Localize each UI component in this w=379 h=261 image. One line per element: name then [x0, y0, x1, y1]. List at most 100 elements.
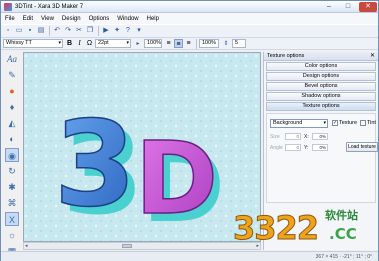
- shadow-icon[interactable]: ◐: [5, 132, 19, 146]
- menu-view[interactable]: View: [37, 16, 58, 22]
- bold-button[interactable]: B: [65, 39, 74, 48]
- tint-checkbox-label: Tint: [367, 120, 376, 126]
- texture-tool-icon[interactable]: ◉: [5, 148, 19, 162]
- spacing-select[interactable]: 100%: [199, 39, 219, 48]
- main-toolbar: ▫ ▭ ▪ ▤ ↶ ↷ ✂ ❐ ▶ ✦ ? ▾: [1, 24, 378, 38]
- texture-options-button[interactable]: Texture options: [266, 102, 376, 111]
- italic-button[interactable]: I: [75, 39, 84, 48]
- rotate-icon[interactable]: ↻: [5, 164, 19, 178]
- format-toolbar: Whissy TT ▾ B I Ω 22pt ▾ ▸ 100% ≡ ≡ ≡ 10…: [1, 38, 378, 50]
- undo-icon[interactable]: ↶: [52, 26, 62, 36]
- tint-checkbox[interactable]: Tint: [360, 120, 376, 126]
- watermark-number: 3322: [232, 209, 319, 248]
- chevron-down-icon: ▾: [323, 120, 326, 126]
- scroll-thumb[interactable]: [122, 244, 132, 248]
- zoom-select[interactable]: 100%: [144, 39, 162, 48]
- new-icon[interactable]: ▫: [3, 26, 13, 36]
- droplet-icon[interactable]: ♦: [5, 100, 19, 114]
- font-select[interactable]: Whissy TT ▾: [3, 39, 63, 48]
- animation-tool-icon[interactable]: X: [5, 212, 19, 226]
- checkmark-icon: ✓: [332, 120, 338, 126]
- menu-window[interactable]: Window: [113, 16, 142, 22]
- align-center-button[interactable]: ≡: [174, 39, 183, 48]
- texture-target-value: Background: [273, 120, 303, 126]
- spin-icon[interactable]: ✱: [5, 180, 19, 194]
- panel-header: Texture options ✕: [264, 52, 378, 61]
- zoom-value: 100%: [147, 40, 162, 46]
- texture-settings: Background ▾ ✓ Texture Tint Size 0 X: 0%…: [266, 113, 378, 203]
- watermark-chinese-text: 软件站: [325, 209, 358, 222]
- open-icon[interactable]: ▭: [14, 26, 24, 36]
- close-icon[interactable]: ✕: [370, 52, 375, 61]
- shadow-options-button[interactable]: Shadow options: [266, 92, 376, 101]
- close-button[interactable]: ✕: [359, 2, 377, 12]
- extrude-icon[interactable]: ⌘: [5, 196, 19, 210]
- menu-options[interactable]: Options: [85, 16, 114, 22]
- font-size-value: 22pt: [98, 40, 109, 46]
- menu-design[interactable]: Design: [58, 16, 85, 22]
- color-options-button[interactable]: Color options: [266, 62, 376, 71]
- bevel-options-button[interactable]: Bevel options: [266, 82, 376, 91]
- menu-edit[interactable]: Edit: [19, 16, 37, 22]
- spacing-value: 100%: [202, 40, 217, 46]
- underline-icon[interactable]: Ω: [85, 39, 94, 48]
- menu-bar: File Edit View Design Options Window Hel…: [1, 13, 378, 24]
- x-offset-field[interactable]: 0%: [312, 133, 328, 140]
- animation-icon[interactable]: ▶: [101, 26, 111, 36]
- angle-field[interactable]: 0: [285, 144, 301, 151]
- font-size-select[interactable]: 22pt ▾: [95, 39, 131, 48]
- light-icon[interactable]: ☼: [5, 228, 19, 242]
- site-watermark: 3322 软件站 .CC: [232, 203, 378, 253]
- canvas-artwork: 3 3 D D: [24, 53, 260, 241]
- redo-icon[interactable]: ↷: [63, 26, 73, 36]
- y-offset-field[interactable]: 0%: [312, 144, 328, 151]
- copy-icon[interactable]: ❐: [85, 26, 95, 36]
- window-title: 3DTint - Xara 3D Maker 7: [15, 3, 84, 10]
- menu-file[interactable]: File: [1, 16, 19, 22]
- texture-checkbox[interactable]: ✓ Texture: [332, 120, 357, 126]
- angle-label: Angle: [270, 145, 283, 151]
- save-icon[interactable]: ▪: [25, 26, 35, 36]
- watermark-domain: .CC: [329, 225, 357, 243]
- align-left-button[interactable]: ≡: [164, 39, 173, 48]
- extra-value: 5: [235, 40, 239, 46]
- minimize-button[interactable]: –: [320, 2, 338, 12]
- menu-help[interactable]: Help: [143, 16, 163, 22]
- toolbar-separator: [196, 38, 197, 49]
- bevel-icon[interactable]: ◭: [5, 116, 19, 130]
- app-window: 3DTint - Xara 3D Maker 7 – □ ✕ File Edit…: [0, 0, 379, 261]
- extra-select[interactable]: 5: [232, 39, 246, 48]
- checkbox-empty-icon: [360, 120, 366, 126]
- texture-checkbox-label: Texture: [339, 120, 358, 126]
- help-icon[interactable]: ?: [123, 26, 133, 36]
- title-bar: 3DTint - Xara 3D Maker 7 – □ ✕: [1, 1, 378, 13]
- chevron-down-icon[interactable]: ▾: [134, 26, 144, 36]
- color-tool-icon[interactable]: ✎: [5, 68, 19, 82]
- toolbar-separator: [49, 26, 50, 36]
- load-texture-button[interactable]: Load texture: [346, 142, 378, 152]
- export-icon[interactable]: ▤: [36, 26, 46, 36]
- font-value: Whissy TT: [6, 40, 32, 46]
- size-label: Size: [270, 134, 280, 140]
- zoom-in-icon[interactable]: ▸: [133, 39, 143, 49]
- text-tool-icon[interactable]: Aa: [5, 52, 19, 66]
- app-icon: [4, 2, 12, 11]
- line-spacing-icon[interactable]: ⇕: [221, 39, 231, 49]
- scroll-left-icon[interactable]: ◂: [25, 243, 28, 249]
- status-text: 367 × 415 · -21° ; 11° ; 0°: [315, 254, 372, 260]
- chevron-down-icon: ▾: [126, 40, 129, 46]
- texture-target-select[interactable]: Background ▾: [270, 119, 328, 128]
- chevron-down-icon: ▾: [58, 40, 61, 46]
- panel-title: Texture options: [267, 53, 305, 59]
- align-right-button[interactable]: ≡: [184, 39, 193, 48]
- design-options-button[interactable]: Design options: [266, 72, 376, 81]
- toolbar-separator: [98, 26, 99, 36]
- sphere-icon[interactable]: ●: [5, 84, 19, 98]
- design-canvas[interactable]: 3 3 D D: [23, 52, 261, 242]
- cut-icon[interactable]: ✂: [74, 26, 84, 36]
- maximize-button[interactable]: □: [339, 2, 357, 12]
- horizontal-scrollbar[interactable]: ◂ ▸: [23, 242, 261, 250]
- letter-d: D: [135, 120, 218, 237]
- size-field[interactable]: 0: [285, 133, 301, 140]
- lightbulb-icon[interactable]: ✦: [112, 26, 122, 36]
